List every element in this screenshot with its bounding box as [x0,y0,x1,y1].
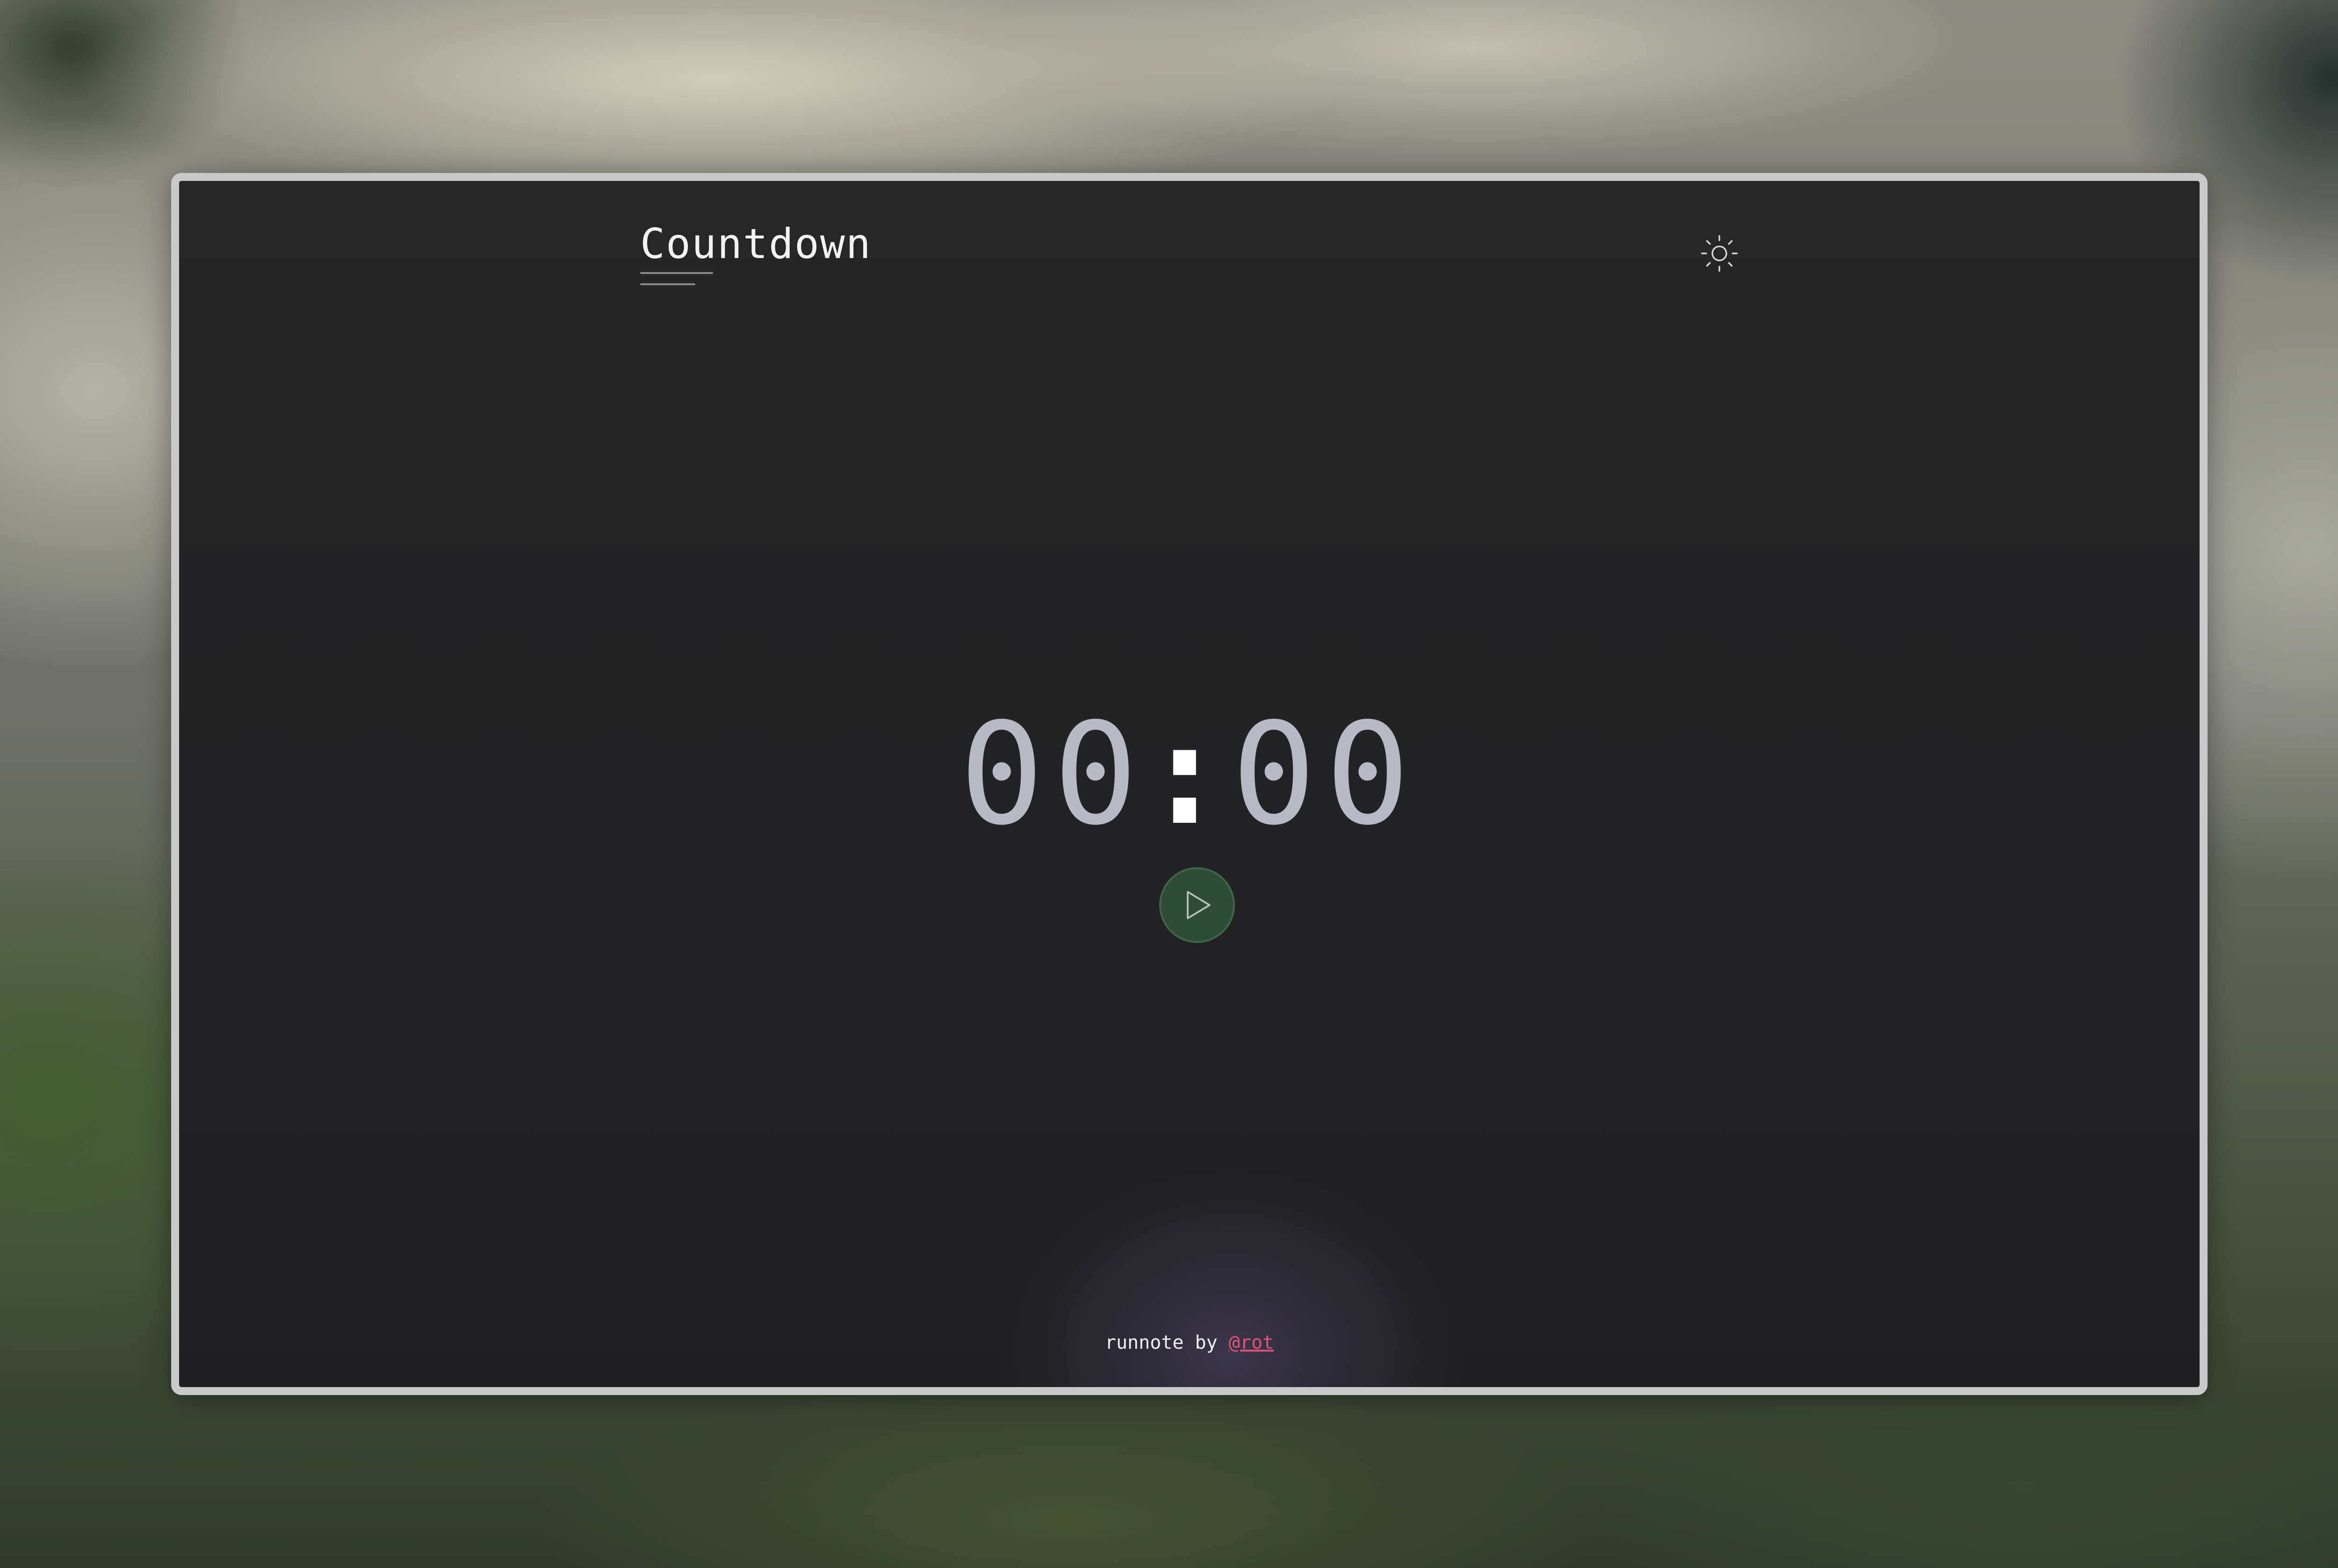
play-icon [1187,891,1211,920]
footer-glow [997,1167,1465,1387]
author-link[interactable]: @rot [1229,1332,1274,1353]
play-button[interactable] [1159,867,1235,943]
page-title: Countdown [640,220,872,268]
title-underline [640,272,715,286]
theme-toggle-button[interactable] [1696,230,1743,277]
footer-credit: runnote by @rot [179,1331,2200,1354]
timer-separator: : [1142,693,1227,856]
footer-prefix: runnote by [1104,1332,1229,1353]
timer-minutes: 00 [959,693,1147,856]
sun-icon [1701,235,1738,272]
app-window: Countdown 00 : 00 runnote by @rot [171,173,2208,1395]
countdown-display: 00 : 00 [179,698,2200,852]
timer-seconds: 00 [1231,693,1420,856]
